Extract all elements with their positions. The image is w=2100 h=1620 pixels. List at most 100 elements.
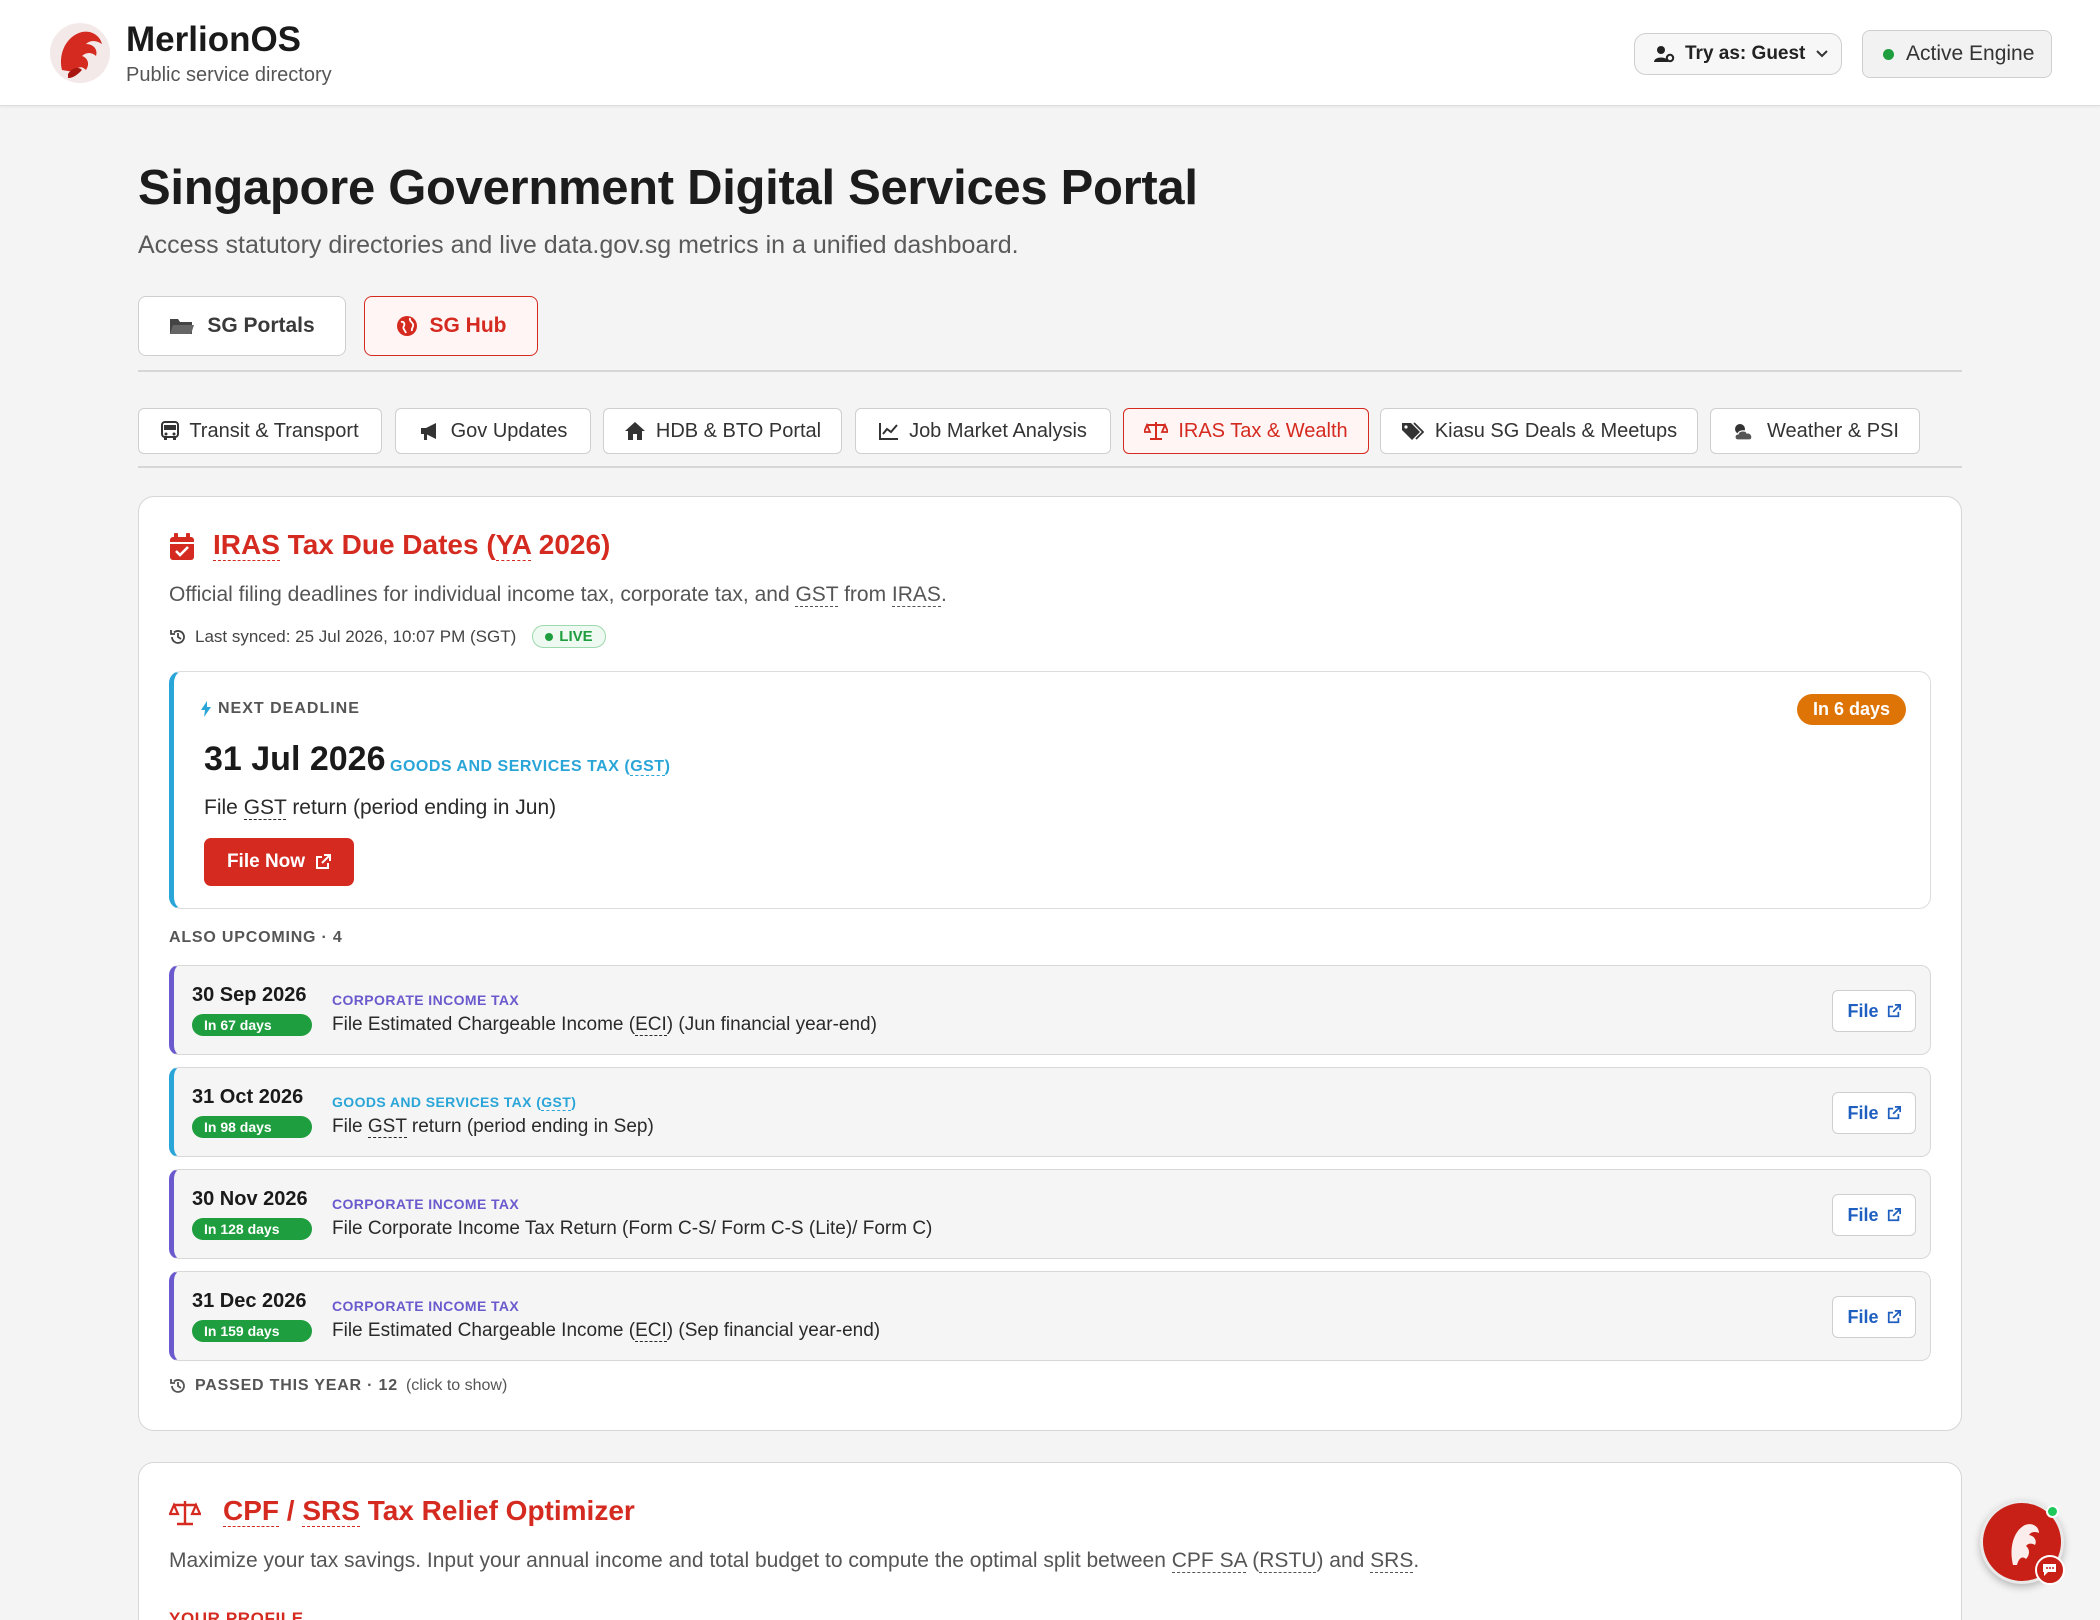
try-as-dropdown[interactable]: Try as: Guest <box>1634 33 1842 75</box>
live-label: LIVE <box>559 628 593 645</box>
assistant-fab-button[interactable] <box>1980 1500 2065 1585</box>
ya-abbr: YA <box>495 529 531 561</box>
tab-job-market-analysis[interactable]: Job Market Analysis <box>855 408 1111 454</box>
file-button[interactable]: File <box>1832 1296 1916 1338</box>
tab-label: Kiasu SG Deals & Meetups <box>1434 419 1678 442</box>
tab-gov-updates[interactable]: Gov Updates <box>395 408 591 454</box>
tab-label: SG Hub <box>429 314 507 337</box>
next-deadline-label: NEXT DEADLINE <box>200 700 360 718</box>
upcoming-text: File Estimated Chargeable Income (ECI) (… <box>332 1320 880 1342</box>
deadline-text: File <box>204 796 244 819</box>
tab-label: Transit & Transport <box>189 419 359 442</box>
cpf-card-description: Maximize your tax savings. Input your an… <box>169 1549 1419 1573</box>
file-now-button[interactable]: File Now <box>204 838 354 886</box>
eci-abbr: ECI <box>635 1320 667 1342</box>
row-text: ) (Jun financial year-end) <box>666 1014 877 1035</box>
cpf-abbr: CPF <box>223 1495 279 1527</box>
upcoming-text: File GST return (period ending in Sep) <box>332 1116 654 1138</box>
tab-kiasu-sg-deals-meetups[interactable]: Kiasu SG Deals & Meetups <box>1380 408 1698 454</box>
row-text: return (period ending in Sep) <box>406 1116 654 1137</box>
file-now-label: File Now <box>226 851 306 872</box>
next-deadline-category: GOODS AND SERVICES TAX (GST) <box>390 758 670 776</box>
external-link-icon <box>1887 1310 1901 1324</box>
desc-text: . <box>940 583 947 606</box>
tab-transit-transport[interactable]: Transit & Transport <box>138 408 382 454</box>
upcoming-row: 30 Nov 2026 In 128 days CORPORATE INCOME… <box>169 1169 1931 1259</box>
title-year: 2026) <box>530 529 611 560</box>
upcoming-category: CORPORATE INCOME TAX <box>332 992 520 1008</box>
gst-abbr: GST <box>367 1116 407 1138</box>
tab-iras-tax-wealth[interactable]: IRAS Tax & Wealth <box>1123 408 1369 454</box>
upcoming-row: 31 Oct 2026 In 98 days GOODS AND SERVICE… <box>169 1067 1931 1157</box>
page-subtitle: Access statutory directories and live da… <box>138 231 1019 259</box>
page-title: Singapore Government Digital Services Po… <box>138 161 1198 215</box>
last-synced: Last synced: 25 Jul 2026, 10:07 PM (SGT)… <box>169 625 606 648</box>
tab-sg-portals[interactable]: SG Portals <box>138 296 346 356</box>
upcoming-date: 31 Dec 2026 <box>192 1290 307 1312</box>
next-label-text: NEXT DEADLINE <box>218 700 360 717</box>
upcoming-category: GOODS AND SERVICES TAX (GST) <box>332 1094 576 1111</box>
passed-label: PASSED THIS YEAR · 12 <box>195 1377 398 1394</box>
tab-label: Gov Updates <box>450 419 568 442</box>
history-icon <box>170 629 185 644</box>
file-button[interactable]: File <box>1832 1194 1916 1236</box>
tab-weather-psi[interactable]: Weather & PSI <box>1710 408 1920 454</box>
category-text: GOODS AND SERVICES TAX ( <box>390 758 631 775</box>
category-text: GOODS AND SERVICES TAX ( <box>332 1094 542 1110</box>
scale-icon <box>1144 422 1169 440</box>
row-text: ) (Sep financial year-end) <box>666 1320 881 1341</box>
chevron-down-icon <box>1816 50 1829 58</box>
desc-text: from <box>838 583 892 606</box>
globe-icon <box>396 316 417 336</box>
merlion-logo-icon[interactable] <box>48 20 112 86</box>
desc-text: ( <box>1246 1549 1260 1572</box>
tab-sg-hub[interactable]: SG Hub <box>364 296 538 356</box>
passed-hint: (click to show) <box>405 1377 508 1394</box>
row-text: File Estimated Chargeable Income ( <box>332 1014 636 1035</box>
bus-icon <box>161 421 180 440</box>
file-button[interactable]: File <box>1832 1092 1916 1134</box>
file-label: File <box>1847 1306 1879 1327</box>
passed-this-year-toggle[interactable]: PASSED THIS YEAR · 12 (click to show) <box>169 1377 507 1395</box>
megaphone-icon <box>420 423 436 440</box>
upcoming-date: 30 Sep 2026 <box>192 984 307 1006</box>
eci-abbr: ECI <box>635 1014 667 1036</box>
upcoming-date: 31 Oct 2026 <box>192 1086 304 1108</box>
your-profile-label: YOUR PROFILE <box>169 1609 304 1620</box>
brand-subtitle: Public service directory <box>126 64 332 86</box>
iras-tax-card: IRAS Tax Due Dates (YA 2026) Official fi… <box>138 496 1962 1431</box>
upcoming-category: CORPORATE INCOME TAX <box>332 1196 520 1212</box>
upcoming-text: File Corporate Income Tax Return (Form C… <box>332 1218 933 1239</box>
active-engine-button[interactable]: Active Engine <box>1862 30 2052 78</box>
tab-label: Job Market Analysis <box>909 419 1087 442</box>
desc-text: Maximize your tax savings. Input your an… <box>169 1549 1172 1572</box>
gst-abbr: GST <box>795 583 839 607</box>
file-button[interactable]: File <box>1832 990 1916 1032</box>
desc-text: . <box>1413 1549 1420 1572</box>
srs-abbr: SRS <box>302 1495 360 1527</box>
desc-text: Official filing deadlines for individual… <box>169 583 796 606</box>
upcoming-category: CORPORATE INCOME TAX <box>332 1298 520 1314</box>
next-deadline-date: 31 Jul 2026 <box>204 740 386 778</box>
folder-icon <box>170 319 195 334</box>
history-icon <box>170 1379 185 1393</box>
upcoming-days-badge: In 128 days <box>192 1218 312 1240</box>
next-days-badge: In 6 days <box>1796 694 1906 725</box>
upcoming-date: 30 Nov 2026 <box>192 1188 308 1210</box>
lightning-icon <box>201 701 211 717</box>
engine-label: Active Engine <box>1906 42 2035 65</box>
next-deadline-text: File GST return (period ending in Jun) <box>204 796 556 820</box>
home-icon <box>624 422 645 440</box>
external-link-icon <box>1887 1004 1901 1018</box>
line-chart-icon <box>879 423 899 440</box>
calendar-check-icon <box>170 533 194 560</box>
upcoming-days-badge: In 159 days <box>192 1320 312 1342</box>
srs-abbr: SRS <box>1370 1549 1414 1573</box>
upcoming-days-badge: In 67 days <box>192 1014 312 1036</box>
title-text: Tax Relief Optimizer <box>359 1495 635 1526</box>
tax-card-description: Official filing deadlines for individual… <box>169 583 947 607</box>
tax-card-title: IRAS Tax Due Dates (YA 2026) <box>213 529 610 561</box>
tab-hdb-bto-portal[interactable]: HDB & BTO Portal <box>603 408 842 454</box>
gst-abbr: GST <box>630 758 665 776</box>
upcoming-row: 30 Sep 2026 In 67 days CORPORATE INCOME … <box>169 965 1931 1055</box>
